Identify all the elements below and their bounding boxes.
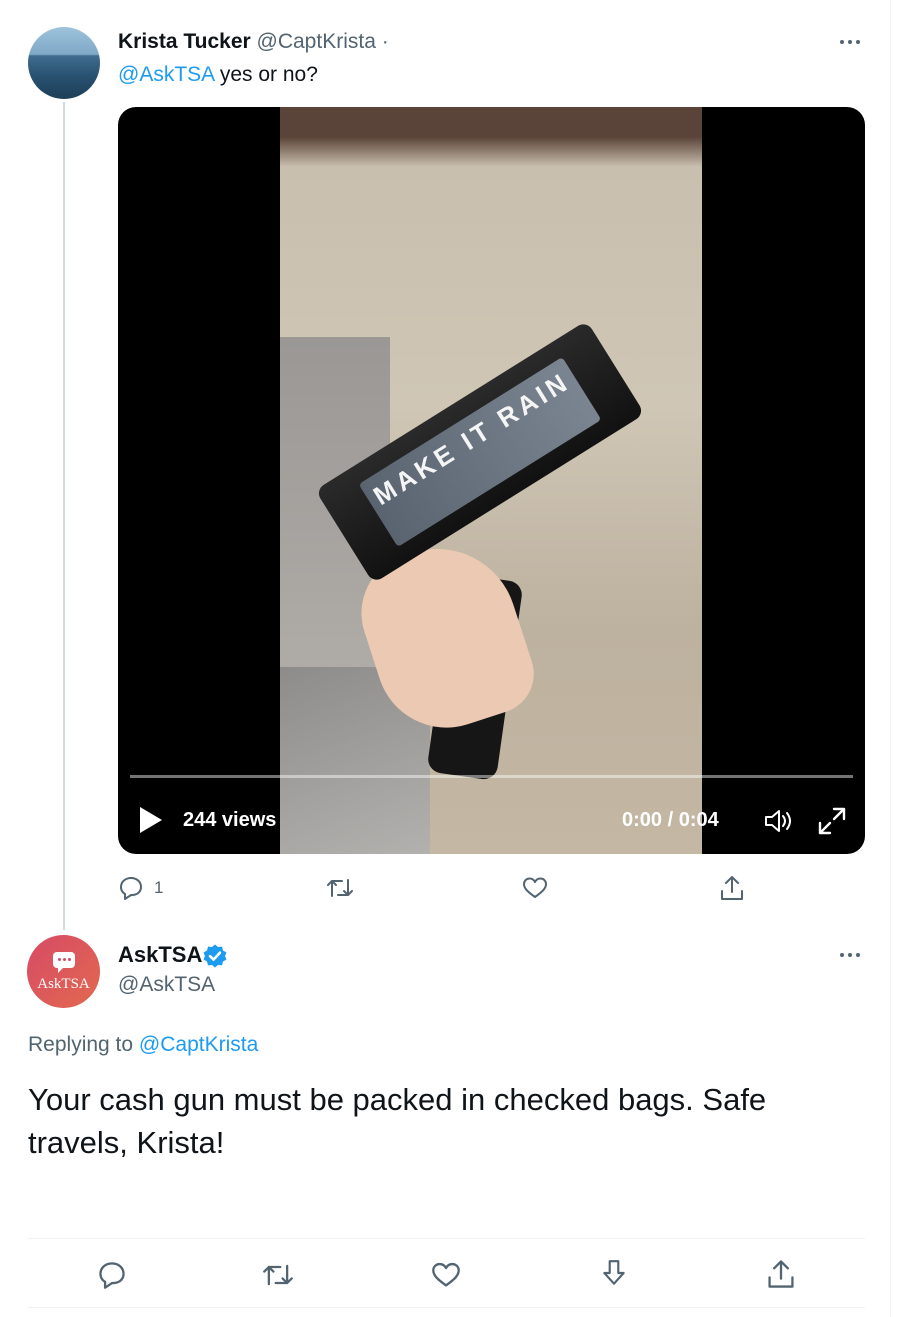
retweet-icon	[327, 879, 353, 897]
tweet1-header: Krista Tucker @CaptKrista ·	[118, 29, 389, 55]
tweet2-author-handle[interactable]: @AskTSA	[118, 971, 215, 999]
tweet1-video-player[interactable]: MAKE IT RAIN 244 views 0:00 / 0:04	[118, 107, 865, 854]
reply-icon	[120, 877, 142, 900]
tweet1-author-handle[interactable]: @CaptKrista	[257, 30, 376, 53]
volume-icon[interactable]	[763, 807, 795, 835]
share-icon	[721, 876, 743, 900]
video-progress-bar[interactable]	[130, 775, 853, 778]
reply-icon	[99, 1262, 125, 1289]
thread-connector-line	[63, 102, 65, 930]
like-icon	[432, 1262, 460, 1287]
tweet2-share-button[interactable]	[766, 1258, 796, 1290]
retweet-icon	[263, 1264, 293, 1286]
asktsa-avatar[interactable]: AskTSA	[27, 935, 100, 1008]
tweet2-bookmark-button[interactable]	[600, 1258, 628, 1288]
cash-gun-label: MAKE IT RAIN	[367, 365, 576, 511]
replying-to-line: Replying to @CaptKrista	[28, 1032, 258, 1058]
video-view-count: 244 views	[183, 809, 277, 831]
tweet1-share-button[interactable]	[719, 874, 745, 902]
actions-top-divider	[28, 1238, 865, 1239]
tweet1-reply-button[interactable]: 1	[118, 875, 163, 901]
share-icon	[768, 1260, 794, 1288]
chat-bubble-icon	[53, 952, 75, 973]
tweet1-retweet-button[interactable]	[326, 876, 354, 900]
actions-bottom-divider	[28, 1307, 865, 1308]
play-icon[interactable]	[140, 807, 162, 833]
tweet2-like-button[interactable]	[431, 1261, 461, 1289]
verified-badge-icon	[203, 944, 227, 968]
bookmark-icon	[603, 1260, 625, 1285]
video-frame: MAKE IT RAIN	[280, 107, 702, 854]
tweet1-mention-asktsa[interactable]: @AskTSA	[118, 63, 214, 86]
asktsa-avatar-text: AskTSA	[37, 976, 90, 992]
timeline-border	[890, 0, 891, 1317]
header-separator-dot: ·	[381, 30, 389, 53]
video-time: 0:00 / 0:04	[622, 809, 719, 831]
replying-to-handle[interactable]: @CaptKrista	[139, 1033, 258, 1056]
tweet1-like-button[interactable]	[522, 876, 548, 900]
krista-avatar[interactable]	[28, 27, 100, 99]
more-icon[interactable]	[838, 945, 866, 965]
tweet1-body: yes or no?	[214, 63, 318, 86]
fullscreen-icon[interactable]	[816, 805, 848, 837]
more-icon[interactable]	[838, 32, 866, 52]
like-icon	[523, 877, 547, 898]
tweet2-text: Your cash gun must be packed in checked …	[28, 1082, 767, 1160]
tweet2-author-name[interactable]: AskTSA	[118, 941, 202, 969]
tweet1-reply-count: 1	[154, 878, 164, 897]
tweet2-reply-button[interactable]	[97, 1260, 127, 1290]
cash-gun-panel: MAKE IT RAIN	[358, 357, 602, 547]
tweet2-retweet-button[interactable]	[262, 1261, 294, 1289]
replying-prefix: Replying to	[28, 1033, 139, 1056]
tweet1-text: @AskTSA yes or no?	[118, 62, 318, 88]
tweet1-author-name[interactable]: Krista Tucker	[118, 30, 251, 53]
